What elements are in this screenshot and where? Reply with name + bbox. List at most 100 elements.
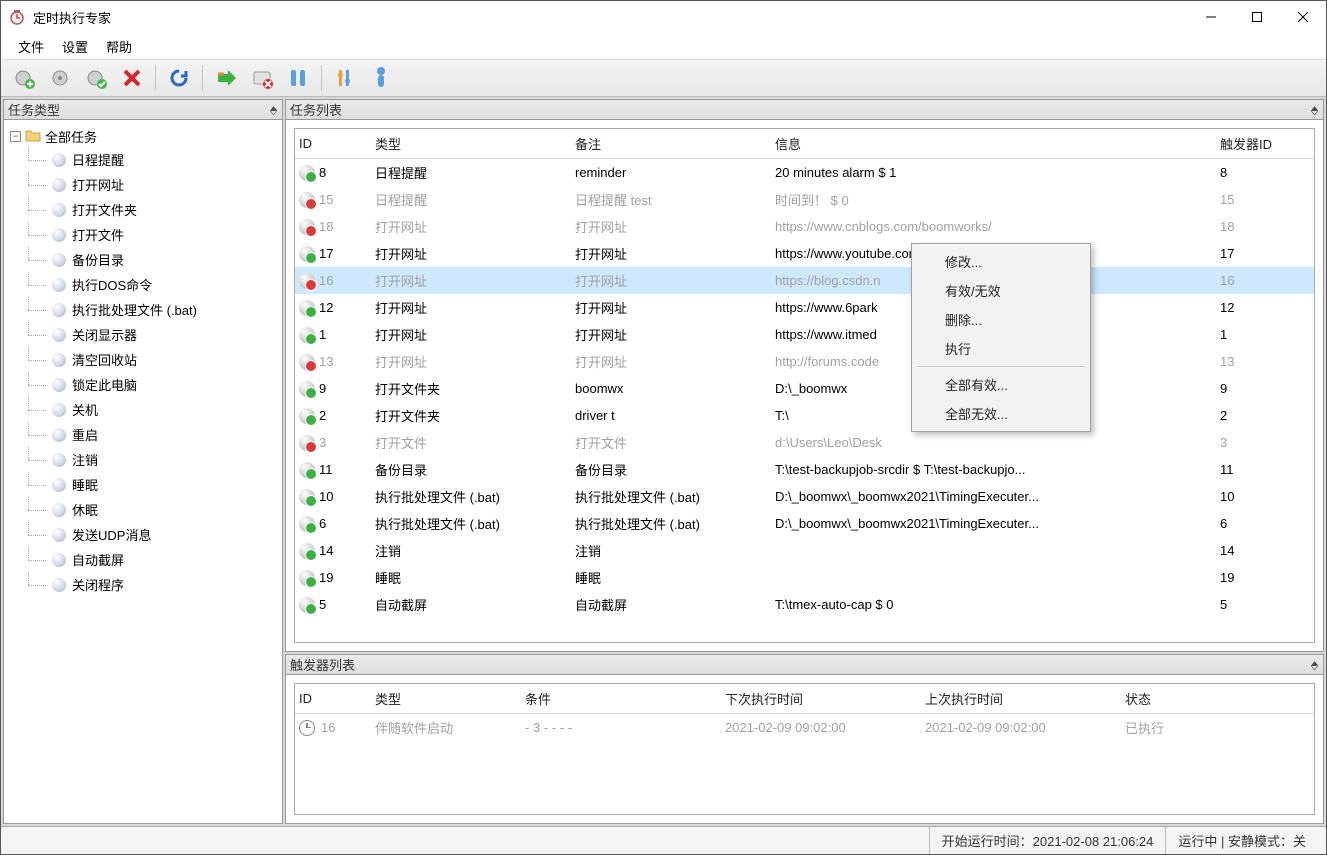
tcol-type[interactable]: 类型 — [375, 689, 525, 708]
toolbar-options[interactable] — [328, 63, 362, 93]
task-type-icon — [52, 278, 66, 292]
task-row-type: 日程提醒 — [375, 190, 575, 209]
toolbar-settings[interactable] — [43, 63, 77, 93]
status-icon — [299, 165, 315, 181]
tree-item[interactable]: 关闭显示器 — [8, 322, 278, 347]
col-info[interactable]: 信息 — [775, 134, 1220, 153]
task-type-icon — [52, 303, 66, 317]
tree-item[interactable]: 关机 — [8, 397, 278, 422]
tree-item[interactable]: 打开文件夹 — [8, 197, 278, 222]
task-row[interactable]: 16打开网址打开网址https://blog.csdn.n16 — [295, 267, 1314, 294]
task-row[interactable]: 14注销注销14 — [295, 537, 1314, 564]
ctx-all-enable[interactable]: 全部有效... — [915, 370, 1087, 399]
task-row[interactable]: 15日程提醒日程提醒 test时间到！ $ 015 — [295, 186, 1314, 213]
task-row[interactable]: 12打开网址打开网址https://www.6park12 — [295, 294, 1314, 321]
tree-item-label: 备份目录 — [72, 250, 124, 269]
tree-item[interactable]: 清空回收站 — [8, 347, 278, 372]
status-icon — [299, 327, 315, 343]
trigger-row[interactable]: 16 伴随软件启动 - 3 - - - - 2021-02-09 09:02:0… — [295, 714, 1314, 741]
task-row-type: 执行批处理文件 (.bat) — [375, 514, 575, 533]
task-row[interactable]: 19睡眠睡眠19 — [295, 564, 1314, 591]
tree-item[interactable]: 打开网址 — [8, 172, 278, 197]
minimize-button[interactable] — [1188, 1, 1234, 33]
tree-item-label: 锁定此电脑 — [72, 375, 137, 394]
task-row-id: 5 — [319, 597, 326, 612]
task-row-remark: 执行批处理文件 (.bat) — [575, 514, 775, 533]
status-mode: 运行中 | 安静模式：关 — [1165, 827, 1318, 854]
task-row[interactable]: 1打开网址打开网址https://www.itmed1 — [295, 321, 1314, 348]
pin-icon[interactable]: ⬘ — [1311, 103, 1318, 117]
tree-item[interactable]: 执行DOS命令 — [8, 272, 278, 297]
ctx-all-disable[interactable]: 全部无效... — [915, 399, 1087, 428]
task-row-trigger-id: 2 — [1220, 408, 1310, 423]
toolbar-run[interactable] — [209, 63, 243, 93]
task-row-id: 11 — [319, 462, 333, 477]
tcol-state[interactable]: 状态 — [1125, 689, 1310, 708]
menu-settings[interactable]: 设置 — [53, 35, 97, 58]
tree-item[interactable]: 执行批处理文件 (.bat) — [8, 297, 278, 322]
toolbar-refresh[interactable] — [162, 63, 196, 93]
trigger-table: ID 类型 条件 下次执行时间 上次执行时间 状态 16 伴随软件启动 - 3 … — [294, 683, 1315, 815]
task-row-id: 8 — [319, 165, 326, 180]
task-row[interactable]: 11备份目录备份目录T:\test-backupjob-srcdir $ T:\… — [295, 456, 1314, 483]
ctx-modify[interactable]: 修改... — [915, 247, 1087, 276]
tcol-prev[interactable]: 上次执行时间 — [925, 689, 1125, 708]
ctx-toggle[interactable]: 有效/无效 — [915, 276, 1087, 305]
task-row[interactable]: 18打开网址打开网址https://www.cnblogs.com/boomwo… — [295, 213, 1314, 240]
col-type[interactable]: 类型 — [375, 134, 575, 153]
toolbar-enable[interactable] — [79, 63, 113, 93]
tree-item[interactable]: 关闭程序 — [8, 572, 278, 597]
tree-item[interactable]: 睡眠 — [8, 472, 278, 497]
tcol-next[interactable]: 下次执行时间 — [725, 689, 925, 708]
status-icon — [299, 246, 315, 262]
tree-item[interactable]: 锁定此电脑 — [8, 372, 278, 397]
trigger-row-cond: - 3 - - - - — [525, 720, 725, 735]
col-id[interactable]: ID — [299, 134, 375, 153]
collapse-toggle-icon[interactable]: − — [10, 131, 21, 142]
maximize-button[interactable] — [1234, 1, 1280, 33]
ctx-delete[interactable]: 删除... — [915, 305, 1087, 334]
col-trigger-id[interactable]: 触发器ID — [1220, 134, 1310, 153]
tree-item[interactable]: 备份目录 — [8, 247, 278, 272]
tree-item[interactable]: 休眠 — [8, 497, 278, 522]
task-row-trigger-id: 5 — [1220, 597, 1310, 612]
menu-file[interactable]: 文件 — [9, 35, 53, 58]
task-row[interactable]: 5自动截屏自动截屏T:\tmex-auto-cap $ 05 — [295, 591, 1314, 618]
tree-root-all-tasks[interactable]: − 全部任务 — [8, 126, 278, 147]
task-row[interactable]: 10执行批处理文件 (.bat)执行批处理文件 (.bat)D:\_boomwx… — [295, 483, 1314, 510]
toolbar-stop[interactable] — [245, 63, 279, 93]
status-icon — [299, 192, 315, 208]
task-row-type: 自动截屏 — [375, 595, 575, 614]
task-row[interactable]: 13打开网址打开网址http://forums.code13 — [295, 348, 1314, 375]
menu-help[interactable]: 帮助 — [97, 35, 141, 58]
task-row[interactable]: 9打开文件夹boomwxD:\_boomwx9 — [295, 375, 1314, 402]
tree-item[interactable]: 自动截屏 — [8, 547, 278, 572]
ctx-run[interactable]: 执行 — [915, 334, 1087, 363]
tcol-id[interactable]: ID — [299, 689, 375, 708]
toolbar-delete[interactable] — [115, 63, 149, 93]
tree-item[interactable]: 注销 — [8, 447, 278, 472]
tree-item[interactable]: 日程提醒 — [8, 147, 278, 172]
task-row-type: 打开网址 — [375, 325, 575, 344]
task-list-title: 任务列表 — [290, 100, 342, 119]
trigger-row-prev: 2021-02-09 09:02:00 — [925, 720, 1125, 735]
status-icon — [299, 435, 315, 451]
toolbar-pause[interactable] — [281, 63, 315, 93]
tree-item[interactable]: 打开文件 — [8, 222, 278, 247]
toolbar-about[interactable] — [364, 63, 398, 93]
pin-icon[interactable]: ⬘ — [1311, 658, 1318, 672]
col-remark[interactable]: 备注 — [575, 134, 775, 153]
tree-item[interactable]: 发送UDP消息 — [8, 522, 278, 547]
task-row[interactable]: 17打开网址打开网址https://www.youtube.com/17 — [295, 240, 1314, 267]
pin-icon[interactable]: ⬘ — [270, 103, 277, 117]
task-row[interactable]: 3打开文件打开文件d:\Users\Leo\Desk3 — [295, 429, 1314, 456]
tcol-cond[interactable]: 条件 — [525, 689, 725, 708]
task-row[interactable]: 8日程提醒reminder20 minutes alarm $ 18 — [295, 159, 1314, 186]
task-row[interactable]: 6执行批处理文件 (.bat)执行批处理文件 (.bat)D:\_boomwx\… — [295, 510, 1314, 537]
task-row[interactable]: 2打开文件夹driver tT:\2 — [295, 402, 1314, 429]
close-button[interactable] — [1280, 1, 1326, 33]
toolbar-new-task[interactable] — [7, 63, 41, 93]
task-row-type: 打开网址 — [375, 352, 575, 371]
tree-item[interactable]: 重启 — [8, 422, 278, 447]
task-type-icon — [52, 553, 66, 567]
